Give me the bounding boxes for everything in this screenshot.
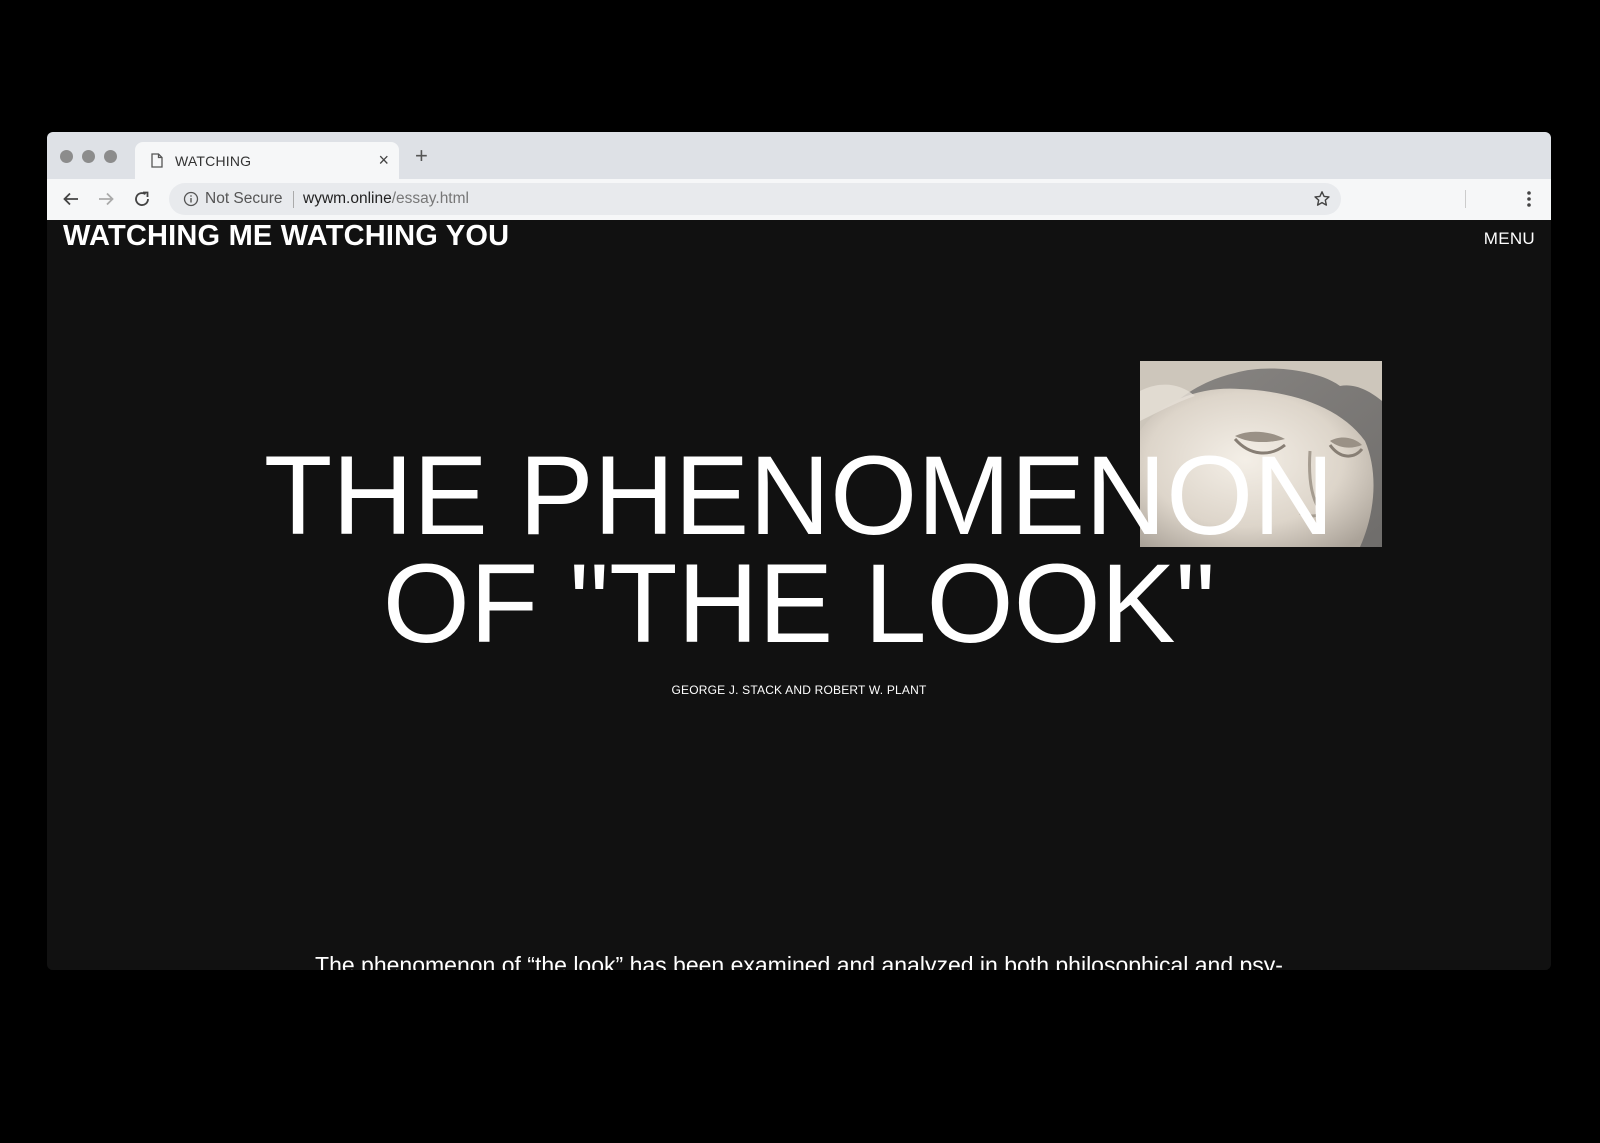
headline-line-1: THE PHENOMENON: [263, 433, 1335, 558]
article-intro: The phenomenon of “the look” has been ex…: [315, 952, 1283, 970]
address-divider: [293, 191, 294, 208]
url-host: wywm.online: [303, 190, 392, 207]
headline-line-2: OF "THE LOOK": [382, 541, 1216, 666]
tab-watching[interactable]: WATCHING ×: [135, 142, 399, 179]
maximize-window-button[interactable]: [104, 150, 117, 163]
tab-title: WATCHING: [175, 153, 252, 169]
address-bar[interactable]: Not Secure wywm.online/essay.html: [169, 183, 1341, 215]
browser-toolbar: Not Secure wywm.online/essay.html: [47, 179, 1551, 221]
page-icon: [151, 153, 163, 168]
menu-button[interactable]: MENU: [1484, 229, 1535, 249]
url-text[interactable]: wywm.online/essay.html: [303, 190, 469, 208]
close-window-button[interactable]: [60, 150, 73, 163]
article-authors: GEORGE J. STACK AND ROBERT W. PLANT: [671, 683, 927, 697]
browser-window: WATCHING × + Not Secure wywm.online/essa…: [47, 132, 1551, 970]
article-headline: THE PHENOMENON OF "THE LOOK": [47, 433, 1551, 666]
star-icon[interactable]: [1313, 190, 1331, 208]
site-title[interactable]: WATCHING ME WATCHING YOU: [63, 220, 509, 253]
reload-icon[interactable]: [132, 189, 152, 209]
back-arrow-icon[interactable]: [61, 189, 81, 209]
url-path: /essay.html: [391, 190, 469, 207]
new-tab-button[interactable]: +: [415, 144, 428, 168]
minimize-window-button[interactable]: [82, 150, 95, 163]
toolbar-divider: [1465, 190, 1466, 208]
more-vert-icon[interactable]: [1525, 189, 1533, 209]
close-tab-button[interactable]: ×: [378, 150, 389, 170]
security-status[interactable]: Not Secure: [205, 190, 283, 208]
tab-bar: WATCHING × +: [47, 132, 1551, 179]
page-viewport: WATCHING ME WATCHING YOU MENU THE PHENOM…: [47, 220, 1551, 970]
forward-arrow-icon[interactable]: [96, 189, 116, 209]
info-icon[interactable]: [183, 191, 199, 207]
